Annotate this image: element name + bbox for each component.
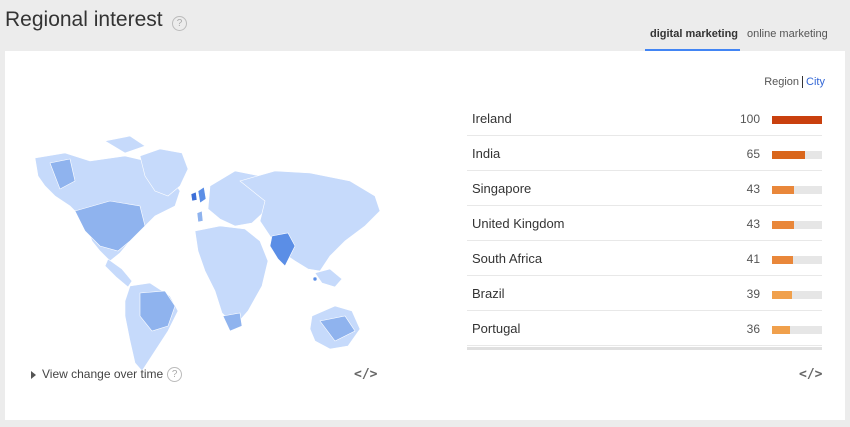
- view-change-over-time[interactable]: View change over time?: [31, 367, 183, 383]
- region-name: South Africa: [472, 251, 543, 266]
- world-map[interactable]: [30, 101, 380, 376]
- interest-bar-track: [772, 186, 822, 194]
- regional-interest-card: View change over time? </> Region City Ir…: [5, 51, 845, 420]
- region-value: 36: [746, 322, 760, 336]
- tab-digital-marketing[interactable]: digital marketing: [650, 28, 738, 40]
- region-value: 41: [746, 252, 760, 266]
- list-bottom-shadow: [467, 347, 822, 350]
- region-toggle-button[interactable]: Region: [764, 76, 799, 88]
- region-list: Ireland 100 India 65 Singapore 43 United…: [467, 101, 822, 346]
- region-name: Portugal: [472, 321, 521, 336]
- region-row[interactable]: Brazil 39: [467, 276, 822, 311]
- region-value: 43: [746, 182, 760, 196]
- region-row[interactable]: Ireland 100: [467, 101, 822, 136]
- region-row[interactable]: South Africa 41: [467, 241, 822, 276]
- region-row[interactable]: Portugal 36: [467, 311, 822, 346]
- region-name: Brazil: [472, 286, 505, 301]
- map-land: [34, 135, 380, 372]
- region-name: Ireland: [472, 111, 512, 126]
- interest-bar-track: [772, 151, 822, 159]
- region-row[interactable]: United Kingdom 43: [467, 206, 822, 241]
- region-value: 39: [746, 287, 760, 301]
- region-row[interactable]: Singapore 43: [467, 171, 822, 206]
- embed-code-icon[interactable]: </>: [799, 367, 822, 382]
- page-title: Regional interest: [5, 8, 163, 31]
- interest-bar: [772, 291, 792, 299]
- toggle-divider: [802, 76, 804, 89]
- help-icon[interactable]: ?: [167, 367, 183, 383]
- tab-online-marketing[interactable]: online marketing: [747, 28, 828, 40]
- help-icon[interactable]: ?: [172, 16, 187, 31]
- interest-bar: [772, 151, 805, 159]
- play-triangle-icon: [31, 370, 36, 379]
- interest-bar-track: [772, 291, 822, 299]
- region-value: 65: [746, 147, 760, 161]
- region-row[interactable]: India 65: [467, 136, 822, 171]
- region-name: United Kingdom: [472, 216, 565, 231]
- interest-bar-track: [772, 116, 822, 124]
- city-toggle-button[interactable]: City: [806, 76, 825, 88]
- region-city-toggle: Region City: [764, 76, 825, 89]
- interest-bar: [772, 186, 794, 194]
- interest-bar-track: [772, 221, 822, 229]
- region-name: Singapore: [472, 181, 532, 196]
- region-name: India: [472, 146, 501, 161]
- interest-bar: [772, 326, 790, 334]
- interest-bar: [772, 256, 793, 264]
- interest-bar: [772, 221, 794, 229]
- embed-code-icon[interactable]: </>: [354, 367, 377, 382]
- interest-bar-track: [772, 326, 822, 334]
- interest-bar: [772, 116, 822, 124]
- interest-bar-track: [772, 256, 822, 264]
- region-value: 43: [746, 217, 760, 231]
- view-change-label: View change over time: [42, 367, 164, 381]
- region-value: 100: [739, 112, 760, 126]
